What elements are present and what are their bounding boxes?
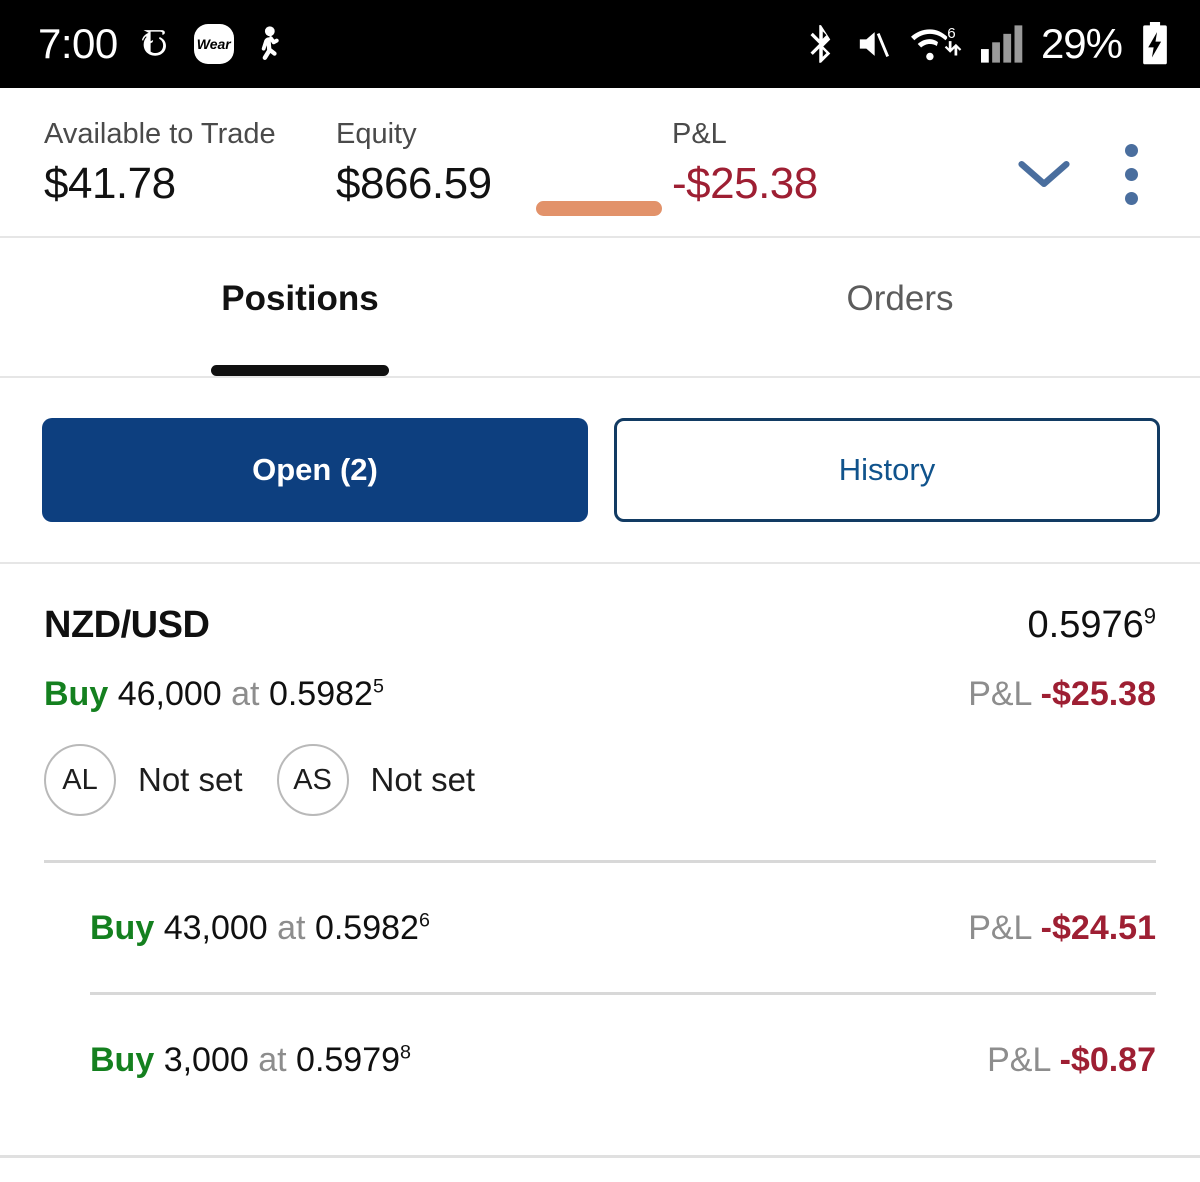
aggregate-quantity: 46,000 bbox=[117, 675, 222, 713]
aggregate-rate-pip: 5 bbox=[372, 675, 384, 698]
clock: 7:00 bbox=[38, 20, 118, 67]
main-tabs: Positions Orders bbox=[0, 238, 1200, 378]
current-price-pip: 9 bbox=[1143, 603, 1156, 629]
chevron-down-icon[interactable] bbox=[1017, 153, 1071, 197]
leg-1-rate: 0.5982 bbox=[314, 909, 419, 947]
account-pnl-label: P&L bbox=[672, 118, 727, 150]
position-symbol: NZD/USD bbox=[44, 604, 210, 646]
account-pnl-cell: P&L -$25.38 bbox=[672, 118, 972, 209]
aggregate-side: Buy bbox=[44, 675, 109, 713]
aggregate-trade-text: Buy 46,000 at 0.59825 bbox=[44, 675, 384, 714]
status-bar-left: 7:00 Wear bbox=[38, 20, 286, 68]
tab-orders[interactable]: Orders bbox=[600, 238, 1200, 376]
leg-2-rate-pip: 8 bbox=[400, 1041, 412, 1064]
position-current-price: 0.59769 bbox=[1028, 604, 1157, 647]
leg-2-content: Buy 3,000 at 0.59798 P&L -$0.87 bbox=[90, 1041, 1156, 1080]
account-summary-bar: Available to Trade $41.78 Equity $866.59… bbox=[0, 88, 1200, 238]
tab-active-indicator bbox=[211, 365, 389, 376]
add-stop-icon: AS bbox=[276, 744, 349, 816]
kebab-menu-icon[interactable] bbox=[1113, 140, 1150, 209]
position-aggregate-row: Buy 46,000 at 0.59825 P&L -$25.38 bbox=[44, 675, 1156, 714]
volume-muted-icon bbox=[853, 24, 895, 64]
list-bottom-divider bbox=[0, 1155, 1200, 1158]
cellular-signal-icon bbox=[980, 24, 1025, 64]
battery-charging-icon bbox=[1138, 22, 1172, 66]
position-header: NZD/USD 0.59769 bbox=[44, 604, 1156, 647]
available-to-trade-cell: Available to Trade $41.78 bbox=[0, 118, 336, 209]
leg-1-pnl-label: P&L bbox=[968, 909, 1032, 947]
leg-1-rate-pip: 6 bbox=[418, 909, 430, 932]
leg-2-rate: 0.5979 bbox=[296, 1041, 401, 1079]
wifi-6-icon: 6 bbox=[910, 23, 965, 65]
leg-1-side: Buy bbox=[90, 909, 155, 947]
aggregate-at-label: at bbox=[231, 675, 260, 713]
position-card-nzdusd[interactable]: NZD/USD 0.59769 Buy 46,000 at 0.59825 P&… bbox=[0, 564, 1200, 816]
leg-1-trade-text: Buy 43,000 at 0.59826 bbox=[90, 909, 430, 948]
status-bar: 7:00 Wear 6 29% bbox=[0, 0, 1200, 88]
leg-2-pnl-value: -$0.87 bbox=[1059, 1041, 1156, 1079]
available-to-trade-label: Available to Trade bbox=[44, 118, 276, 150]
bluetooth-icon bbox=[805, 23, 837, 65]
available-to-trade-value: $41.78 bbox=[44, 159, 176, 209]
tab-positions-label: Positions bbox=[221, 279, 379, 318]
leg-2-side: Buy bbox=[90, 1041, 155, 1079]
leg-2-pnl: P&L -$0.87 bbox=[987, 1041, 1156, 1080]
open-positions-label: Open (2) bbox=[252, 452, 378, 487]
summary-actions bbox=[1017, 118, 1176, 209]
tab-orders-label: Orders bbox=[846, 279, 954, 318]
sheet-drag-handle[interactable] bbox=[536, 201, 662, 216]
aggregate-rate: 0.5982 bbox=[268, 675, 373, 713]
leg-1-quantity: 43,000 bbox=[163, 909, 268, 947]
aggregate-pnl: P&L -$25.38 bbox=[968, 675, 1156, 714]
nyt-icon bbox=[136, 24, 176, 64]
attached-order-stop[interactable]: AS Not set bbox=[276, 744, 476, 816]
aggregate-pnl-value: -$25.38 bbox=[1040, 675, 1156, 713]
history-label: History bbox=[838, 452, 936, 487]
wear-icon: Wear bbox=[193, 24, 234, 64]
current-price-main: 0.5976 bbox=[1027, 604, 1144, 646]
leg-1-content: Buy 43,000 at 0.59826 P&L -$24.51 bbox=[90, 909, 1156, 948]
equity-cell: Equity $866.59 bbox=[336, 118, 672, 209]
leg-2-trade-text: Buy 3,000 at 0.59798 bbox=[90, 1041, 411, 1080]
battery-percent-label: 29% bbox=[1040, 20, 1123, 67]
status-bar-right: 6 29% bbox=[805, 20, 1172, 68]
position-filter-bar: Open (2) History bbox=[0, 378, 1200, 564]
open-positions-button[interactable]: Open (2) bbox=[42, 418, 588, 522]
account-pnl-value: -$25.38 bbox=[672, 159, 818, 209]
history-button[interactable]: History bbox=[614, 418, 1160, 522]
leg-1-at-label: at bbox=[277, 909, 306, 947]
position-leg-row[interactable]: Buy 3,000 at 0.59798 P&L -$0.87 bbox=[0, 995, 1200, 1080]
svg-text:6: 6 bbox=[947, 25, 955, 42]
samsung-health-icon bbox=[252, 25, 286, 63]
equity-label: Equity bbox=[336, 118, 417, 150]
attached-order-limit[interactable]: AL Not set bbox=[44, 744, 243, 816]
leg-2-quantity: 3,000 bbox=[163, 1041, 249, 1079]
position-leg-row[interactable]: Buy 43,000 at 0.59826 P&L -$24.51 bbox=[0, 863, 1200, 948]
leg-1-pnl: P&L -$24.51 bbox=[968, 909, 1156, 948]
add-limit-icon: AL bbox=[44, 744, 116, 816]
positions-list: NZD/USD 0.59769 Buy 46,000 at 0.59825 P&… bbox=[0, 564, 1200, 1158]
attached-orders-row: AL Not set AS Not set bbox=[44, 744, 1156, 816]
tab-positions[interactable]: Positions bbox=[0, 238, 600, 376]
add-stop-status: Not set bbox=[370, 761, 476, 798]
wear-icon-label: Wear bbox=[196, 36, 231, 52]
leg-1-pnl-value: -$24.51 bbox=[1040, 909, 1156, 947]
leg-2-at-label: at bbox=[258, 1041, 287, 1079]
aggregate-pnl-label: P&L bbox=[968, 675, 1032, 713]
add-limit-status: Not set bbox=[138, 761, 243, 798]
leg-2-pnl-label: P&L bbox=[987, 1041, 1051, 1079]
